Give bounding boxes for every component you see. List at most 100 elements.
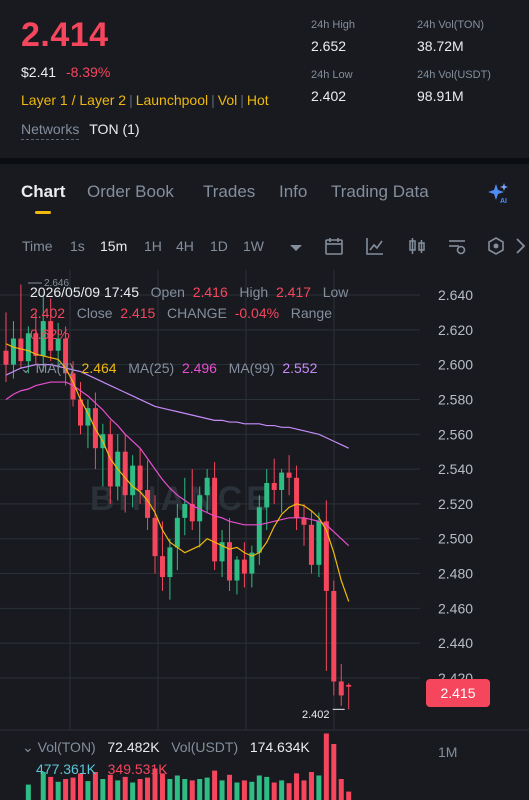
candle-body [167, 547, 173, 578]
interval-time[interactable]: Time [22, 238, 53, 254]
y-tick-label: 2.520 [438, 496, 473, 512]
candle-body [294, 477, 300, 518]
range-label: Range [290, 305, 332, 321]
ma99-label: MA(99) [228, 360, 275, 376]
close-value: 2.415 [120, 305, 156, 321]
interval-bar: Time 1s 15m 1H 4H 1D 1W [0, 226, 529, 266]
tag-hot[interactable]: Hot [247, 92, 269, 108]
networks-row[interactable]: Networks TON (1) [21, 121, 140, 140]
candle-body [10, 338, 16, 365]
ma25-value: 2.496 [181, 360, 217, 376]
vol-collapse-chevron-icon[interactable]: ⌄ [22, 739, 34, 755]
volume-bar [204, 777, 210, 800]
high-value: 2.417 [276, 284, 312, 300]
volume-bar [25, 784, 31, 800]
y-tick-label: 2.640 [438, 287, 473, 303]
volume-bar [323, 733, 329, 800]
volume-bar [55, 781, 61, 800]
volume-bar [286, 783, 292, 800]
candle-body [3, 350, 9, 365]
candle-body [159, 556, 165, 578]
y-tick-label: 2.620 [438, 322, 473, 338]
stat-label: 24h High [311, 19, 356, 31]
stat-value: 38.72M [417, 38, 464, 54]
volume-bar [115, 780, 121, 800]
tab-info[interactable]: Info [279, 182, 307, 202]
last-price: 2.414 [21, 16, 109, 54]
volume-bar [331, 744, 337, 800]
stat-label: 24h Vol(USDT) [417, 69, 491, 81]
vol-ma10-value: 349.531K [107, 761, 168, 777]
candle-body [137, 465, 143, 490]
candle-body [264, 483, 270, 508]
volume-bar [107, 774, 113, 800]
candle-info-line-1: 2026/05/09 17:45 Open 2.416 High 2.417 L… [30, 284, 348, 300]
candle-body [152, 517, 158, 557]
calendar-icon[interactable] [324, 236, 344, 256]
candle-body [271, 483, 277, 490]
current-price-tag[interactable]: 2.415 [426, 679, 490, 707]
tag-launchpool[interactable]: Launchpool [136, 92, 208, 108]
interval-1d[interactable]: 1D [210, 238, 228, 254]
volume-bar [227, 774, 232, 800]
interval-15m[interactable]: 15m [100, 238, 127, 254]
chart-settings-icon[interactable] [447, 236, 467, 256]
ma-legend[interactable]: ⌄ MA(7) 2.464 MA(25) 2.496 MA(99) 2.552 [20, 360, 317, 377]
tab-bar: Chart Order Book Trades Info Trading Dat… [0, 172, 529, 216]
ticker-header: 2.414 $2.41 -8.39% Layer 1 / Layer 2 | Lau… [0, 0, 529, 158]
volume-bar [137, 779, 143, 800]
interval-1h[interactable]: 1H [144, 238, 162, 254]
stat-value: 98.91M [417, 88, 464, 104]
stat-24h-low: 24h Low 2.402 [311, 69, 353, 104]
vol-quote-value: 174.634K [249, 739, 310, 755]
tab-order-book[interactable]: Order Book [87, 182, 174, 202]
candle-style-icon[interactable] [407, 236, 427, 256]
volume-bar [122, 776, 128, 800]
candle-body [241, 559, 247, 574]
vol-ma5-value: 477.361K [36, 761, 96, 777]
volume-bar [63, 779, 69, 800]
volume-bar [301, 780, 307, 800]
interval-4h[interactable]: 4H [176, 238, 194, 254]
networks-value: TON (1) [89, 121, 140, 137]
candlestick-chart[interactable]: 2.640 2.620 2.600 2.580 2.560 2.540 2.520 2.500… [0, 270, 529, 800]
interval-1w[interactable]: 1W [243, 238, 264, 254]
stat-value: 2.652 [311, 38, 347, 54]
candle-body [204, 477, 210, 496]
volume-legend[interactable]: ⌄ Vol(TON) 72.482K Vol(USDT) 174.634K [22, 739, 310, 756]
open-label: Open [150, 284, 185, 300]
candle-body [308, 524, 314, 565]
tag-vol[interactable]: Vol [218, 92, 237, 108]
volume-bar [212, 770, 218, 800]
ma7-label: MA(7) [35, 360, 74, 376]
svg-text:AI: AI [500, 198, 507, 204]
volume-bar [130, 782, 136, 800]
interval-1s[interactable]: 1s [70, 238, 85, 254]
volume-bar [78, 773, 83, 800]
candle-body [182, 503, 188, 518]
candle-body [212, 477, 218, 562]
ai-sparkle-icon[interactable]: AI [487, 182, 509, 204]
tab-chart[interactable]: Chart [21, 182, 65, 214]
candle-body [346, 684, 352, 687]
tab-trading-data[interactable]: Trading Data [331, 182, 429, 202]
tools-hexagon-icon[interactable] [486, 236, 506, 256]
volume-bar [308, 772, 314, 800]
tag-layer[interactable]: Layer 1 / Layer 2 [21, 92, 126, 108]
ma25-label: MA(25) [128, 360, 175, 376]
volume-ma-legend: 477.361K 349.531K [36, 761, 168, 777]
low-value: 2.402 [30, 305, 66, 321]
tab-trades[interactable]: Trades [203, 182, 255, 202]
ma-collapse-chevron-icon[interactable]: ⌄ [20, 360, 32, 376]
indicator-chart-icon[interactable] [365, 236, 385, 256]
close-label: Close [76, 305, 113, 321]
price-chart[interactable]: 2.640 2.620 2.600 2.580 2.560 2.540 2.520 2.500… [0, 270, 529, 800]
candle-body [338, 681, 344, 696]
y-tick-label: 2.600 [438, 357, 473, 373]
candle-body [174, 517, 180, 548]
volume-bar [159, 773, 165, 800]
change-label: CHANGE [167, 305, 227, 321]
scroll-right-chevron-icon[interactable] [511, 236, 529, 256]
more-intervals-chevron-icon[interactable] [286, 238, 306, 258]
volume-bar [241, 780, 247, 800]
